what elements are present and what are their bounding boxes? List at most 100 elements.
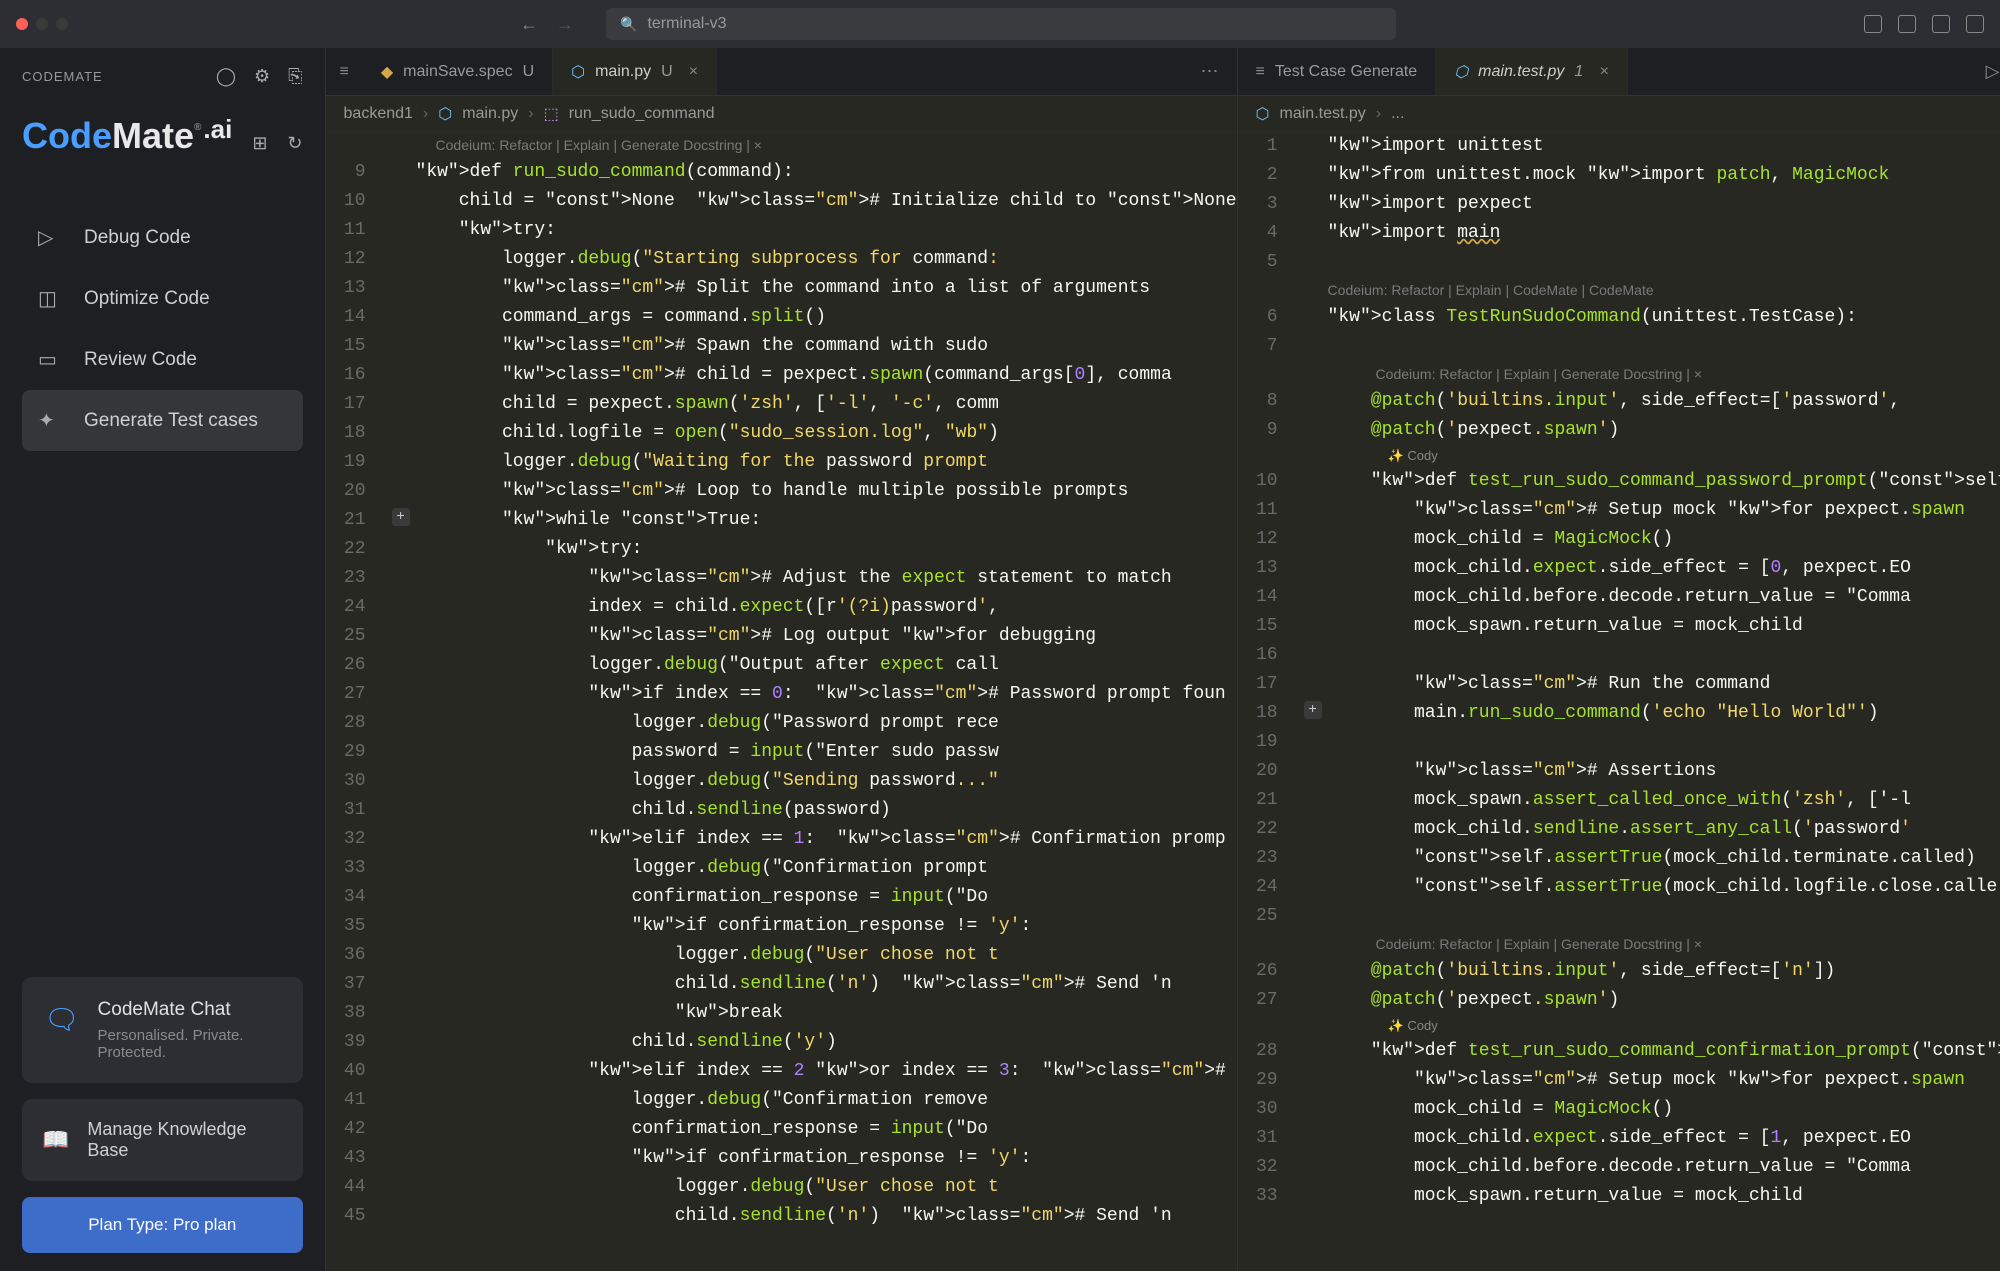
code-line[interactable]: 27 "kw">if index == 0: "kw">class="cm">#… <box>326 680 1237 709</box>
code-line[interactable]: 26 @patch('builtins.input', side_effect=… <box>1238 957 2000 986</box>
cody-hint[interactable]: Cody <box>1238 1015 2000 1037</box>
panel-right-icon[interactable] <box>1932 15 1950 33</box>
code-editor-left[interactable]: Codeium: Refactor | Explain | Generate D… <box>326 132 1237 1271</box>
code-line[interactable]: 22 mock_child.sendline.assert_any_call('… <box>1238 815 2000 844</box>
code-line[interactable]: 37 child.sendline('n') "kw">class="cm">#… <box>326 970 1237 999</box>
codelens[interactable]: Codeium: Refactor | Explain | Generate D… <box>1238 931 2000 957</box>
cody-hint[interactable]: Cody <box>1238 445 2000 467</box>
code-line[interactable]: 20 "kw">class="cm"># Assertions <box>1238 757 2000 786</box>
code-line[interactable]: 12 mock_child = MagicMock() <box>1238 525 2000 554</box>
code-line[interactable]: 21 "kw">while "const">True: <box>326 506 1237 535</box>
codemate-chat-card[interactable]: 🗨 CodeMate Chat Personalised. Private. P… <box>22 977 303 1083</box>
fold-plus-icon[interactable] <box>1306 699 1328 728</box>
code-line[interactable]: 34 confirmation_response = input("Do <box>326 883 1237 912</box>
forward-button[interactable]: → <box>556 14 574 35</box>
code-line[interactable]: 9"kw">def run_sudo_command(command): <box>326 158 1237 187</box>
knowledge-base-card[interactable]: 📖 Manage Knowledge Base <box>22 1099 303 1181</box>
code-line[interactable]: 43 "kw">if confirmation_response != 'y': <box>326 1144 1237 1173</box>
code-line[interactable]: 23 "const">self.assertTrue(mock_child.te… <box>1238 844 2000 873</box>
code-line[interactable]: 41 logger.debug("Confirmation remove <box>326 1086 1237 1115</box>
tab-list-icon[interactable]: ≡ <box>326 63 363 81</box>
code-line[interactable]: 14 mock_child.before.decode.return_value… <box>1238 583 2000 612</box>
code-line[interactable]: 35 "kw">if confirmation_response != 'y': <box>326 912 1237 941</box>
breadcrumb-left[interactable]: backend1 › ⬡ main.py › ⬚ run_sudo_comman… <box>326 96 1237 132</box>
codelens[interactable]: Codeium: Refactor | Explain | Generate D… <box>1238 361 2000 387</box>
code-line[interactable]: 32 "kw">elif index == 1: "kw">class="cm"… <box>326 825 1237 854</box>
code-line[interactable]: 29 password = input("Enter sudo passw <box>326 738 1237 767</box>
sidebar-item-debug[interactable]: ▷ Debug Code <box>22 207 303 268</box>
code-line[interactable]: 11 "kw">try: <box>326 216 1237 245</box>
close-tab-icon[interactable]: × <box>1599 63 1608 81</box>
plan-button[interactable]: Plan Type: Pro plan <box>22 1197 303 1253</box>
logout-icon[interactable]: ⎘ <box>288 66 302 87</box>
sidebar-item-review[interactable]: ▭ Review Code <box>22 329 303 390</box>
close-tab-icon[interactable]: × <box>689 63 698 81</box>
code-line[interactable]: 28 "kw">def test_run_sudo_command_confir… <box>1238 1037 2000 1066</box>
code-line[interactable]: 29 "kw">class="cm"># Setup mock "kw">for… <box>1238 1066 2000 1095</box>
code-line[interactable]: 23 "kw">class="cm"># Adjust the expect s… <box>326 564 1237 593</box>
code-line[interactable]: 21 mock_spawn.assert_called_once_with('z… <box>1238 786 2000 815</box>
code-line[interactable]: 24 index = child.expect([r'(?i)password'… <box>326 593 1237 622</box>
code-line[interactable]: 28 logger.debug("Password prompt rece <box>326 709 1237 738</box>
code-editor-right[interactable]: 1"kw">import unittest2"kw">from unittest… <box>1238 132 2000 1271</box>
code-line[interactable]: 42 confirmation_response = input("Do <box>326 1115 1237 1144</box>
account-icon[interactable]: ◯ <box>216 66 236 87</box>
code-line[interactable]: 36 logger.debug("User chose not t <box>326 941 1237 970</box>
run-icon[interactable]: ▷ <box>1986 61 2000 82</box>
code-line[interactable]: 13 "kw">class="cm"># Split the command i… <box>326 274 1237 303</box>
tab-test-case-generate[interactable]: ≡ Test Case Generate <box>1238 48 1437 95</box>
code-line[interactable]: 2"kw">from unittest.mock "kw">import pat… <box>1238 161 2000 190</box>
panel-bottom-icon[interactable] <box>1898 15 1916 33</box>
code-line[interactable]: 8 @patch('builtins.input', side_effect=[… <box>1238 387 2000 416</box>
code-line[interactable]: 40 "kw">elif index == 2 "kw">or index ==… <box>326 1057 1237 1086</box>
code-line[interactable]: 5 <box>1238 248 2000 277</box>
sidebar-item-generate-tests[interactable]: ✦ Generate Test cases <box>22 390 303 451</box>
code-line[interactable]: 33 mock_spawn.return_value = mock_child <box>1238 1182 2000 1211</box>
code-line[interactable]: 33 logger.debug("Confirmation prompt <box>326 854 1237 883</box>
code-line[interactable]: 16 <box>1238 641 2000 670</box>
code-line[interactable]: 12 logger.debug("Starting subprocess for… <box>326 245 1237 274</box>
code-line[interactable]: 7 <box>1238 332 2000 361</box>
code-line[interactable]: 26 logger.debug("Output after expect cal… <box>326 651 1237 680</box>
tab-mainsave-spec[interactable]: ◆ mainSave.spec U <box>363 48 553 95</box>
layout-grid-icon[interactable] <box>1966 15 1984 33</box>
panel-left-icon[interactable] <box>1864 15 1882 33</box>
code-line[interactable]: 24 "const">self.assertTrue(mock_child.lo… <box>1238 873 2000 902</box>
code-line[interactable]: 18 child.logfile = open("sudo_session.lo… <box>326 419 1237 448</box>
code-line[interactable]: 13 mock_child.expect.side_effect = [0, p… <box>1238 554 2000 583</box>
code-line[interactable]: 30 logger.debug("Sending password..." <box>326 767 1237 796</box>
more-actions-icon[interactable]: ⋯ <box>1201 61 1219 82</box>
code-line[interactable]: 19 <box>1238 728 2000 757</box>
maximize-window-icon[interactable] <box>56 18 68 30</box>
code-line[interactable]: 17 child = pexpect.spawn('zsh', ['-l', '… <box>326 390 1237 419</box>
code-line[interactable]: 32 mock_child.before.decode.return_value… <box>1238 1153 2000 1182</box>
code-line[interactable]: 1"kw">import unittest <box>1238 132 2000 161</box>
close-window-icon[interactable] <box>16 18 28 30</box>
codelens[interactable]: Codeium: Refactor | Explain | CodeMate |… <box>1238 277 2000 303</box>
back-button[interactable]: ← <box>520 14 538 35</box>
code-line[interactable]: 27 @patch('pexpect.spawn') <box>1238 986 2000 1015</box>
code-line[interactable]: 39 child.sendline('y') <box>326 1028 1237 1057</box>
add-icon[interactable]: ⊞ <box>252 133 267 154</box>
code-line[interactable]: 18 main.run_sudo_command('echo "Hello Wo… <box>1238 699 2000 728</box>
code-line[interactable]: 45 child.sendline('n') "kw">class="cm">#… <box>326 1202 1237 1231</box>
code-line[interactable]: 25 "kw">class="cm"># Log output "kw">for… <box>326 622 1237 651</box>
code-line[interactable]: 20 "kw">class="cm"># Loop to handle mult… <box>326 477 1237 506</box>
codelens[interactable]: Codeium: Refactor | Explain | Generate D… <box>326 132 1237 158</box>
settings-gear-icon[interactable]: ⚙ <box>254 66 270 87</box>
code-line[interactable]: 14 command_args = command.split() <box>326 303 1237 332</box>
history-icon[interactable]: ↻ <box>287 133 302 154</box>
code-line[interactable]: 10 "kw">def test_run_sudo_command_passwo… <box>1238 467 2000 496</box>
code-line[interactable]: 15 "kw">class="cm"># Spawn the command w… <box>326 332 1237 361</box>
sidebar-item-optimize[interactable]: ◫ Optimize Code <box>22 268 303 329</box>
code-line[interactable]: 38 "kw">break <box>326 999 1237 1028</box>
fold-plus-icon[interactable] <box>394 506 416 535</box>
code-line[interactable]: 30 mock_child = MagicMock() <box>1238 1095 2000 1124</box>
code-line[interactable]: 15 mock_spawn.return_value = mock_child <box>1238 612 2000 641</box>
code-line[interactable]: 22 "kw">try: <box>326 535 1237 564</box>
command-center[interactable]: 🔍 terminal-v3 <box>606 8 1396 40</box>
code-line[interactable]: 16 "kw">class="cm"># child = pexpect.spa… <box>326 361 1237 390</box>
code-line[interactable]: 31 mock_child.expect.side_effect = [1, p… <box>1238 1124 2000 1153</box>
breadcrumb-right[interactable]: ⬡ main.test.py › ... <box>1238 96 2000 132</box>
code-line[interactable]: 25 <box>1238 902 2000 931</box>
